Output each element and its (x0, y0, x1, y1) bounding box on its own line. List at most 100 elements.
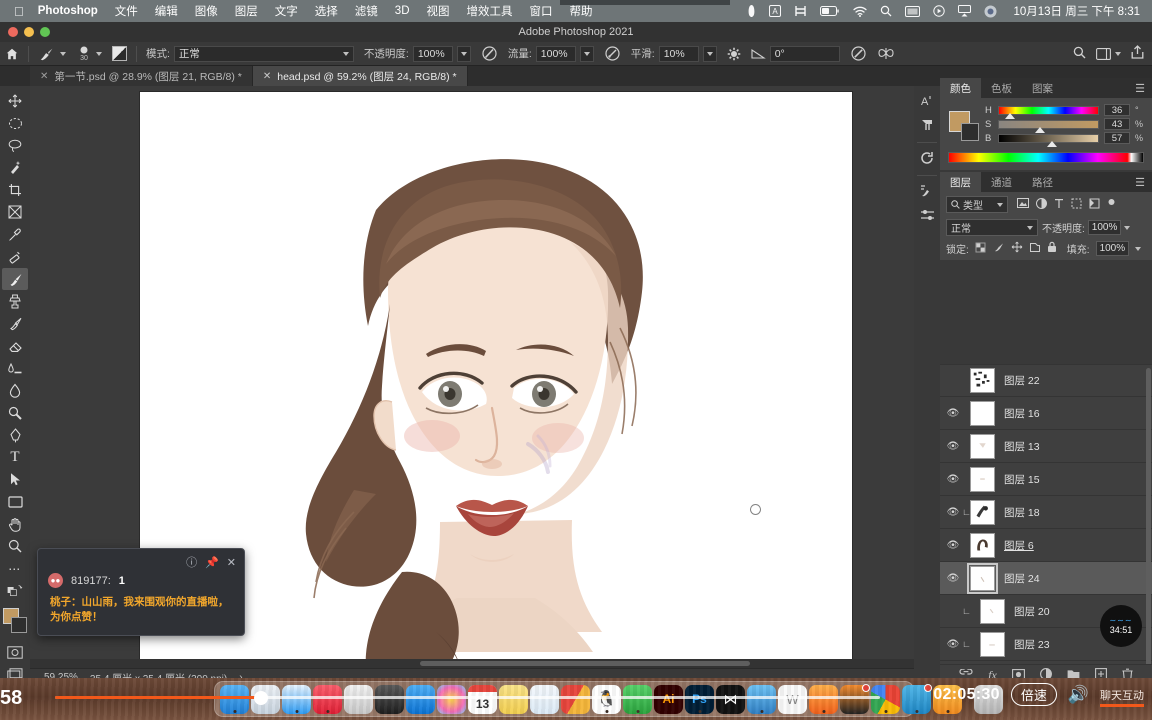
dock-app-telegram-icon[interactable] (902, 683, 932, 714)
pressure-opacity-toggle[interactable] (476, 42, 503, 66)
workspace-switcher[interactable] (1096, 47, 1121, 60)
saturation-slider[interactable] (998, 119, 1099, 133)
menubar-clock[interactable]: 10月13日 周三 下午 8:31 (1013, 3, 1140, 19)
lasso-tool-icon[interactable] (2, 135, 28, 157)
crop-tool-icon[interactable] (2, 179, 28, 201)
menu-edit[interactable]: 编辑 (155, 3, 178, 19)
clone-stamp-tool-icon[interactable] (2, 290, 28, 312)
dock-app-wps-icon[interactable] (561, 684, 590, 714)
menu-type[interactable]: 文字 (275, 3, 298, 19)
path-selection-tool-icon[interactable] (2, 469, 28, 491)
search-icon[interactable] (1073, 46, 1086, 62)
layer-thumbnail[interactable] (970, 499, 995, 525)
panel-menu-icon[interactable]: ☰ (1135, 78, 1152, 98)
dock-app-photos-icon[interactable] (437, 684, 466, 714)
brush-size-indicator[interactable]: 30 (71, 42, 107, 66)
pressure-size-toggle[interactable] (845, 42, 872, 66)
menu-image[interactable]: 图像 (195, 3, 218, 19)
flow-input[interactable]: 100% (535, 45, 576, 62)
adjustments-panel-icon[interactable] (916, 204, 938, 226)
dock-app-calculator-icon[interactable] (344, 684, 373, 714)
table-row[interactable]: 👁 图层 13 (940, 430, 1152, 463)
help-icon[interactable]: ⓘ (186, 554, 197, 570)
layer-blend-mode-select[interactable]: 正常 (946, 219, 1038, 236)
zoom-tool-icon[interactable] (2, 535, 28, 557)
chevron-down-icon[interactable] (583, 51, 590, 56)
dock-app-photoshop-icon[interactable]: Ps (685, 684, 714, 714)
pixel-filter-icon[interactable] (1017, 198, 1029, 211)
layer-visibility-toggle[interactable]: 👁 (944, 474, 962, 485)
screen-icon[interactable] (905, 5, 921, 17)
layer-name[interactable]: 图层 24 (1004, 571, 1040, 586)
dock-app-calendar-icon[interactable]: 13 (468, 684, 497, 714)
table-row[interactable]: 👁 图层 16 (940, 397, 1152, 430)
table-row[interactable]: 👁 图层 15 (940, 463, 1152, 496)
type-filter-icon[interactable] (1054, 198, 1064, 212)
airbrush-toggle[interactable] (599, 42, 626, 66)
history-brush-tool-icon[interactable] (2, 313, 28, 335)
pen-tool-icon[interactable] (2, 424, 28, 446)
paragraph-panel-icon[interactable] (916, 114, 938, 136)
layer-visibility-toggle[interactable]: 👁 (944, 639, 962, 650)
eyedropper-tool-icon[interactable] (2, 224, 28, 246)
brush-settings-panel-icon[interactable] (916, 180, 938, 202)
chevron-down-icon[interactable] (1124, 225, 1131, 230)
close-icon[interactable]: ✕ (227, 556, 236, 569)
fill-value[interactable]: 100% (1095, 241, 1130, 256)
dock-app-chrome-icon[interactable] (871, 684, 900, 714)
layer-thumbnail[interactable] (970, 532, 995, 558)
chevron-down-icon[interactable] (706, 51, 713, 56)
smoothing-dropdown[interactable] (702, 45, 717, 62)
apple-icon[interactable]:  (14, 5, 24, 18)
table-row[interactable]: 图层 22 (940, 364, 1152, 397)
dodge-tool-icon[interactable] (2, 402, 28, 424)
document-tab-2[interactable]: ✕ head.psd @ 59.2% (图层 24, RGB/8) * (252, 66, 468, 86)
layer-thumbnail[interactable] (980, 598, 1005, 624)
tab-channels[interactable]: 通道 (981, 172, 1022, 192)
character-panel-icon[interactable]: A (916, 90, 938, 112)
share-icon[interactable] (1131, 45, 1144, 62)
brush-preset-picker[interactable] (33, 42, 71, 66)
dock-app-clock-icon[interactable] (809, 684, 838, 714)
artboard[interactable] (140, 92, 852, 664)
tab-layers[interactable]: 图层 (940, 172, 981, 192)
layer-thumbnail[interactable] (967, 562, 998, 594)
dock-app-weibo-icon[interactable]: W (778, 684, 807, 714)
panel-menu-icon[interactable]: ☰ (1135, 172, 1152, 192)
chat-notification-toast[interactable]: ⓘ 📌 ✕ ●● 819177: 1 桃子：山山雨，我来围观你的直播啦，为你点赞… (37, 548, 245, 636)
dock-app-taobao-icon[interactable] (840, 683, 870, 714)
gradient-tool-icon[interactable] (2, 357, 28, 379)
mode-select[interactable]: 正常 (173, 45, 354, 62)
brightness-value[interactable]: 57 (1104, 132, 1130, 144)
brightness-slider[interactable] (998, 133, 1099, 147)
table-row[interactable]: 👁 ∟ 图层 18 (940, 496, 1152, 529)
layer-name[interactable]: 图层 6 (1004, 538, 1034, 553)
close-icon[interactable]: ✕ (40, 71, 48, 82)
dock-app-thunder-icon[interactable] (747, 684, 776, 714)
layer-name[interactable]: 图层 22 (1004, 373, 1040, 388)
background-color-swatch[interactable] (961, 123, 979, 141)
brush-tool-icon[interactable] (2, 268, 28, 291)
pin-icon[interactable]: 📌 (205, 556, 219, 569)
menu-file[interactable]: 文件 (115, 3, 138, 19)
saturation-value[interactable]: 43 (1104, 118, 1130, 130)
adjustment-filter-icon[interactable] (1036, 197, 1047, 212)
chevron-down-icon[interactable] (342, 51, 349, 56)
chevron-down-icon[interactable] (1115, 51, 1121, 56)
slider-thumb[interactable] (1046, 140, 1057, 147)
airplay-icon[interactable] (958, 5, 972, 17)
chevron-down-icon[interactable] (997, 202, 1003, 207)
dock-app-safari-icon[interactable] (282, 684, 311, 714)
shape-filter-icon[interactable] (1071, 198, 1082, 212)
hue-value[interactable]: 36 (1104, 104, 1130, 116)
symmetry-button[interactable] (872, 42, 900, 66)
layer-name[interactable]: 图层 13 (1004, 439, 1040, 454)
battery-icon[interactable] (820, 6, 840, 16)
menu-3d[interactable]: 3D (395, 5, 410, 17)
chevron-down-icon[interactable] (60, 51, 66, 56)
volume-icon[interactable]: 🔊 (1068, 685, 1089, 705)
wifi-icon[interactable] (853, 6, 868, 17)
home-button[interactable] (0, 42, 24, 66)
elliptical-marquee-tool-icon[interactable] (2, 112, 28, 134)
more-tools-icon[interactable]: ⋯ (2, 558, 28, 580)
